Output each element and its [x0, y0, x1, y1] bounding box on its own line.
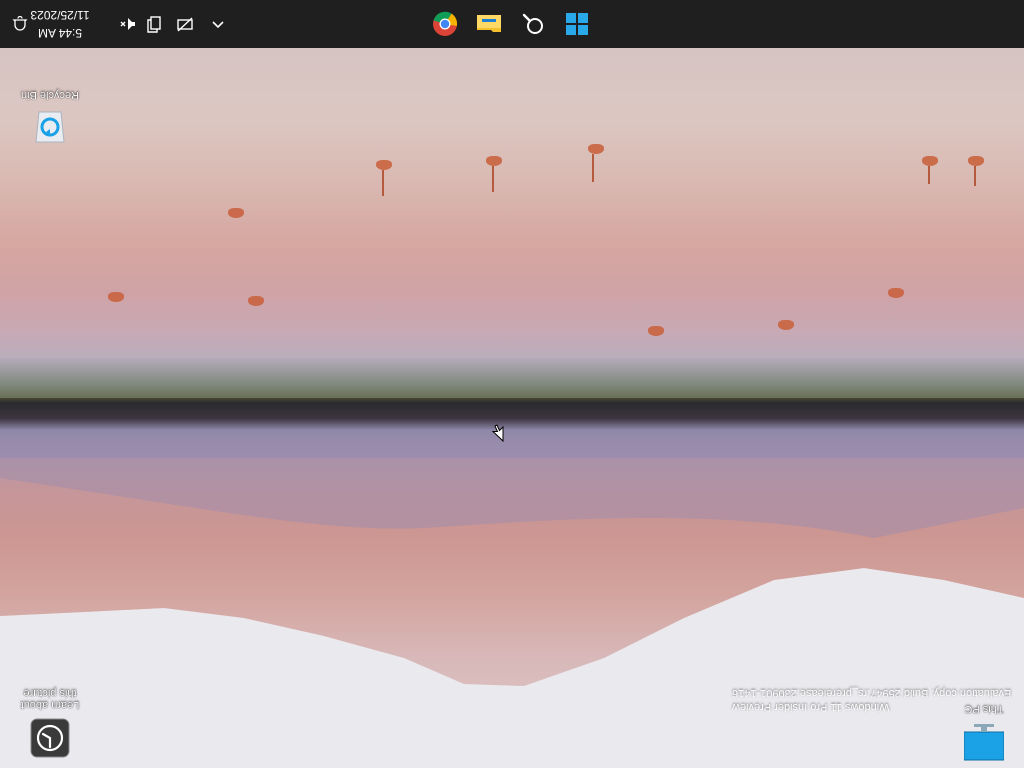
- notification-button[interactable]: [10, 14, 30, 34]
- clock-time: 5:44 AM: [37, 26, 83, 40]
- show-hidden-icons-button[interactable]: [208, 14, 228, 34]
- notification-bell-icon: [12, 16, 28, 31]
- recycle-bin-label: Recycle Bin: [20, 89, 80, 101]
- wallpaper-mountain: [0, 438, 1024, 768]
- mouse-cursor-icon: [492, 424, 504, 442]
- search-button[interactable]: [517, 8, 549, 40]
- evaluation-watermark: Windows 11 Pro Insider Preview Evaluatio…: [732, 686, 1011, 714]
- flamingo-leg: [492, 166, 494, 192]
- start-button[interactable]: [561, 8, 593, 40]
- wallpaper-water: [0, 358, 1024, 398]
- flamingo-shape: [778, 320, 794, 330]
- taskbar: 5:44 AM 11/25/2023: [0, 0, 1024, 48]
- clock-date: 11/25/2023: [30, 8, 90, 22]
- chrome-icon: [433, 11, 458, 36]
- chevron-up-icon: [212, 21, 224, 29]
- desktop-icon-recycle-bin[interactable]: Recycle Bin: [10, 89, 90, 148]
- file-explorer-button[interactable]: [473, 8, 505, 40]
- file-explorer-icon: [477, 15, 501, 32]
- watermark-line1: Windows 11 Pro Insider Preview: [732, 701, 890, 713]
- search-icon: [522, 13, 543, 34]
- volume-button[interactable]: [118, 14, 138, 34]
- windows-start-icon: [566, 13, 588, 35]
- flamingo-shape: [108, 292, 124, 302]
- flamingo-leg: [592, 154, 594, 182]
- chrome-button[interactable]: [429, 8, 461, 40]
- flamingo-shape: [376, 160, 392, 170]
- flamingo-leg: [382, 170, 384, 196]
- network-disconnected-icon: [177, 17, 193, 32]
- desktop-icon-learn-about-picture[interactable]: Learn about this picture: [10, 687, 90, 758]
- flamingo-shape: [248, 296, 264, 306]
- copy-tray-button[interactable]: [144, 14, 164, 34]
- flamingo-leg: [974, 166, 976, 186]
- desktop-screen: This PC Learn about this picture Recycle…: [0, 0, 1024, 768]
- flamingo-shape: [968, 156, 984, 166]
- recycle-bin-icon: [35, 111, 65, 143]
- flamingo-shape: [922, 156, 938, 166]
- flamingo-shape: [648, 326, 664, 336]
- copy-icon: [147, 16, 161, 33]
- learn-about-picture-label: Learn about this picture: [20, 687, 80, 711]
- flamingo-leg: [928, 166, 930, 184]
- flamingo-shape: [588, 144, 604, 154]
- this-pc-icon: [963, 724, 1005, 761]
- speaker-muted-icon: [120, 18, 135, 30]
- network-status-button[interactable]: [175, 14, 195, 34]
- flamingo-shape: [888, 288, 904, 298]
- watermark-line2: Evaluation copy. Build 25947.rs_prerelea…: [732, 687, 1012, 699]
- learn-about-picture-icon: [30, 718, 70, 758]
- flamingo-shape: [228, 208, 244, 218]
- flamingo-shape: [486, 156, 502, 166]
- taskbar-clock[interactable]: 5:44 AM 11/25/2023: [20, 0, 106, 48]
